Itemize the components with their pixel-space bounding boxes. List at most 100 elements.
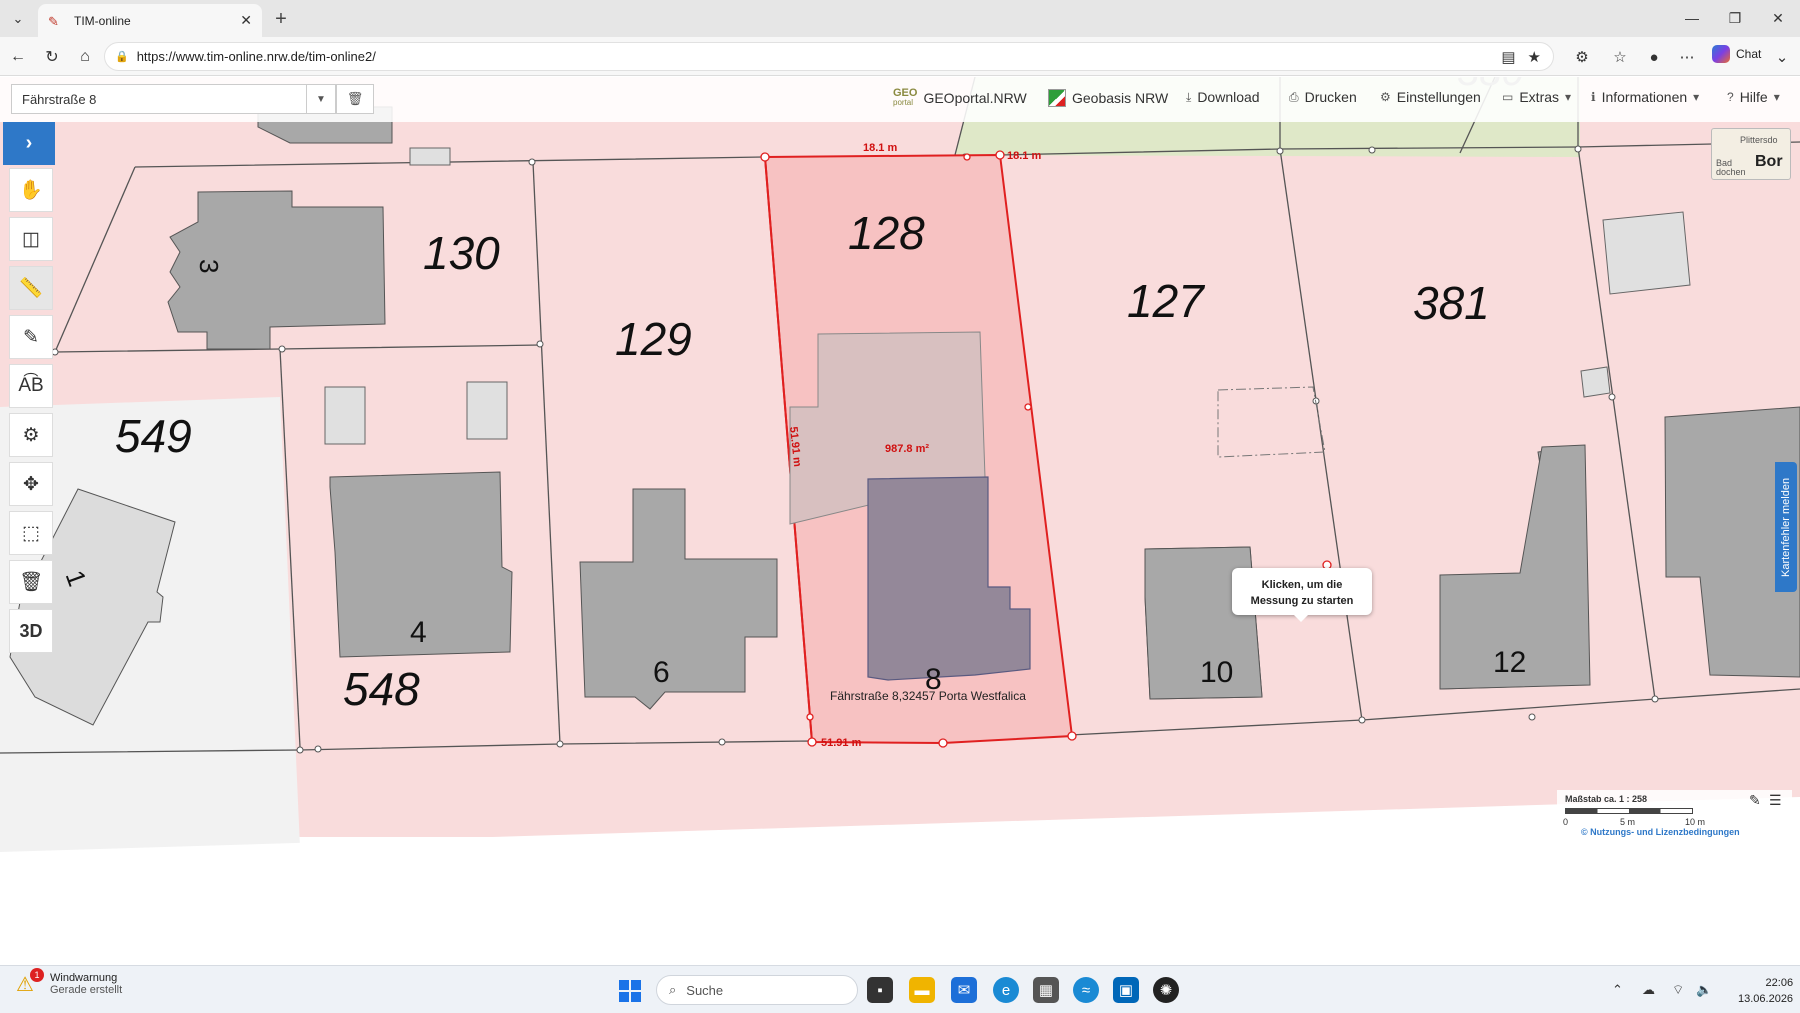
parcel-number-549: 549	[115, 410, 192, 462]
address-label: Fährstraße 8,32457 Porta Westfalica	[830, 689, 1026, 703]
menu-download[interactable]: ⤓ Download	[1186, 89, 1260, 105]
favorite-star-icon[interactable]: ★	[1528, 48, 1541, 66]
browser-tab-tim-online[interactable]: ✎ TIM-online ✕	[38, 4, 262, 37]
cadastral-map[interactable]: 128 127 381 130 129 549 548 380 4 6 8 10…	[0, 77, 1800, 965]
layers-tool-icon[interactable]: ◫	[9, 217, 53, 261]
extensions-icon[interactable]: ⚙	[1570, 45, 1594, 69]
lock-icon: 🔒	[115, 51, 129, 63]
home-icon[interactable]: ⌂	[72, 45, 98, 69]
menu-geobasis[interactable]: Geobasis NRW	[1048, 89, 1168, 107]
legend-icon[interactable]: ☰	[1769, 792, 1782, 809]
text-tool-icon[interactable]: A͡B	[9, 364, 53, 408]
menu-hilfe[interactable]: ? Hilfe ▾	[1727, 89, 1780, 105]
onedrive-cloud-icon[interactable]: ☁	[1642, 982, 1655, 998]
delete-trash-tool-icon[interactable]: 🗑	[9, 560, 53, 604]
help-icon: ?	[1727, 90, 1734, 104]
tab-title: TIM-online	[74, 13, 131, 28]
settings-gear-icon: ⚙	[1380, 90, 1391, 104]
parcel-number-128: 128	[848, 207, 925, 259]
edge-browser-icon[interactable]: e	[993, 977, 1019, 1003]
task-view-icon[interactable]: ▪	[867, 977, 893, 1003]
draw-pencil-tool-icon[interactable]: ✎	[9, 315, 53, 359]
menu-extras-label: Extras	[1519, 89, 1560, 105]
tools-gear-icon[interactable]: ⚙	[9, 413, 53, 457]
extras-briefcase-icon: ▭	[1502, 90, 1514, 104]
scale-label: Maßstab ca. 1 : 258	[1565, 794, 1648, 804]
measure-top-b: 18.1 m	[1007, 150, 1041, 162]
wifi-icon[interactable]: ⌔	[1672, 982, 1684, 998]
parcel-number-130: 130	[423, 227, 500, 279]
windows-taskbar: ⚠ 1 Windwarnung Gerade erstellt ⌕ Suche ▪…	[0, 965, 1800, 1013]
minimize-button[interactable]: —	[1672, 6, 1712, 30]
edit-icon[interactable]: ✎	[1749, 792, 1761, 809]
address-search-input[interactable]: Fährstraße 8	[11, 84, 307, 114]
new-tab-button[interactable]: +	[268, 7, 294, 31]
search-clear-trash-icon[interactable]: 🗑	[336, 84, 374, 114]
house-number-3: 3	[194, 259, 224, 273]
more-menu-icon[interactable]: ⋯	[1675, 45, 1699, 69]
browser-addressbar: ← ↻ ⌂ 🔒 https://www.tim-online.nrw.de/ti…	[0, 37, 1800, 76]
url-text: https://www.tim-online.nrw.de/tim-online…	[136, 49, 376, 64]
copilot-icon	[1712, 45, 1730, 63]
print-icon: ⎙	[1289, 89, 1299, 104]
house-number-12: 12	[1493, 646, 1526, 679]
reload-icon[interactable]: ↻	[39, 45, 65, 69]
app-blue-icon[interactable]: ≈	[1073, 977, 1099, 1003]
back-arrow-icon[interactable]: ←	[5, 45, 31, 69]
system-clock[interactable]: 22:06 13.06.2026	[1738, 975, 1793, 1007]
calculator-icon[interactable]: ▦	[1033, 977, 1059, 1003]
extras-caret-icon: ▾	[1565, 90, 1572, 104]
profile-avatar-icon[interactable]: ●	[1642, 45, 1666, 69]
scale-tick-0: 0	[1563, 817, 1569, 827]
reader-view-icon[interactable]: ▤	[1501, 48, 1515, 66]
menu-einstellungen[interactable]: ⚙ Einstellungen	[1380, 89, 1481, 105]
chevron-down-icon[interactable]: ⌄	[1770, 45, 1794, 69]
report-map-error-tab[interactable]: Kartenfehler melden	[1775, 462, 1797, 592]
url-field[interactable]: 🔒 https://www.tim-online.nrw.de/tim-onli…	[104, 42, 1554, 71]
geoportal-logo-icon: GEO portal	[893, 87, 918, 108]
volume-icon[interactable]: 🔈	[1696, 982, 1712, 998]
overview-minimap[interactable]: Plittersdo Bad dochen Bor	[1711, 128, 1791, 180]
file-explorer-icon[interactable]: ▬	[909, 977, 935, 1003]
parcel-number-381: 381	[1413, 277, 1490, 329]
move-tool-icon[interactable]: ✥	[9, 462, 53, 506]
pan-hand-tool-icon[interactable]: ✋	[9, 168, 53, 212]
measure-bottom: 51.91 m	[821, 737, 862, 749]
measure-tooltip: Klicken, um die Messung zu starten	[1232, 568, 1372, 622]
tab-close-icon[interactable]: ✕	[240, 12, 252, 29]
scale-tick-10: 10 m	[1685, 817, 1706, 827]
window-close-button[interactable]: ✕	[1758, 6, 1798, 30]
tray-chevron-icon[interactable]: ⌃	[1612, 982, 1623, 998]
store-icon[interactable]: ▣	[1113, 977, 1139, 1003]
copilot-chat-button[interactable]: Chat	[1712, 45, 1761, 63]
maximize-button[interactable]: ❐	[1715, 6, 1755, 30]
measure-ruler-tool-icon[interactable]: 📏	[9, 266, 53, 310]
license-link[interactable]: © Nutzungs- und Lizenzbedingungen	[1581, 827, 1740, 837]
menu-extras[interactable]: ▭ Extras ▾	[1502, 89, 1571, 105]
search-dropdown-caret-icon[interactable]: ▼	[306, 84, 336, 114]
scale-tick-5: 5 m	[1620, 817, 1636, 827]
expand-panel-chevron-icon[interactable]: ›	[3, 122, 55, 165]
favorites-icon[interactable]: ☆	[1608, 45, 1632, 69]
tab-list-chevron-icon[interactable]: ⌄	[6, 8, 30, 30]
weather-widget[interactable]: ⚠ 1 Windwarnung Gerade erstellt	[16, 968, 122, 996]
weather-warning-icon: ⚠ 1	[16, 968, 44, 996]
download-icon: ⤓	[1186, 89, 1192, 104]
select-edit-tool-icon[interactable]: ⬚	[9, 511, 53, 555]
minimap-label-1: Plittersdo	[1740, 135, 1778, 145]
windows-start-icon[interactable]	[619, 980, 641, 1002]
menu-informationen[interactable]: ℹ Informationen ▾	[1591, 89, 1699, 105]
taskbar-search-input[interactable]: ⌕ Suche	[656, 975, 858, 1005]
informationen-caret-icon: ▾	[1693, 90, 1700, 104]
chatgpt-icon[interactable]: ✺	[1153, 977, 1179, 1003]
menu-drucken[interactable]: ⎙ Drucken	[1289, 89, 1357, 105]
menu-informationen-label: Informationen	[1601, 89, 1688, 105]
threed-tool-icon[interactable]: 3D	[9, 609, 53, 653]
search-icon: ⌕	[669, 982, 677, 997]
measure-area: 987.8 m²	[885, 443, 929, 455]
house-number-6: 6	[653, 656, 670, 689]
menu-geoportal[interactable]: GEO portal GEOportal.NRW	[893, 87, 1027, 108]
browser-tabbar: ⌄ ✎ TIM-online ✕ + — ❐ ✕	[0, 0, 1800, 37]
nrw-logo-icon	[1048, 89, 1066, 107]
outlook-icon[interactable]: ✉	[951, 977, 977, 1003]
